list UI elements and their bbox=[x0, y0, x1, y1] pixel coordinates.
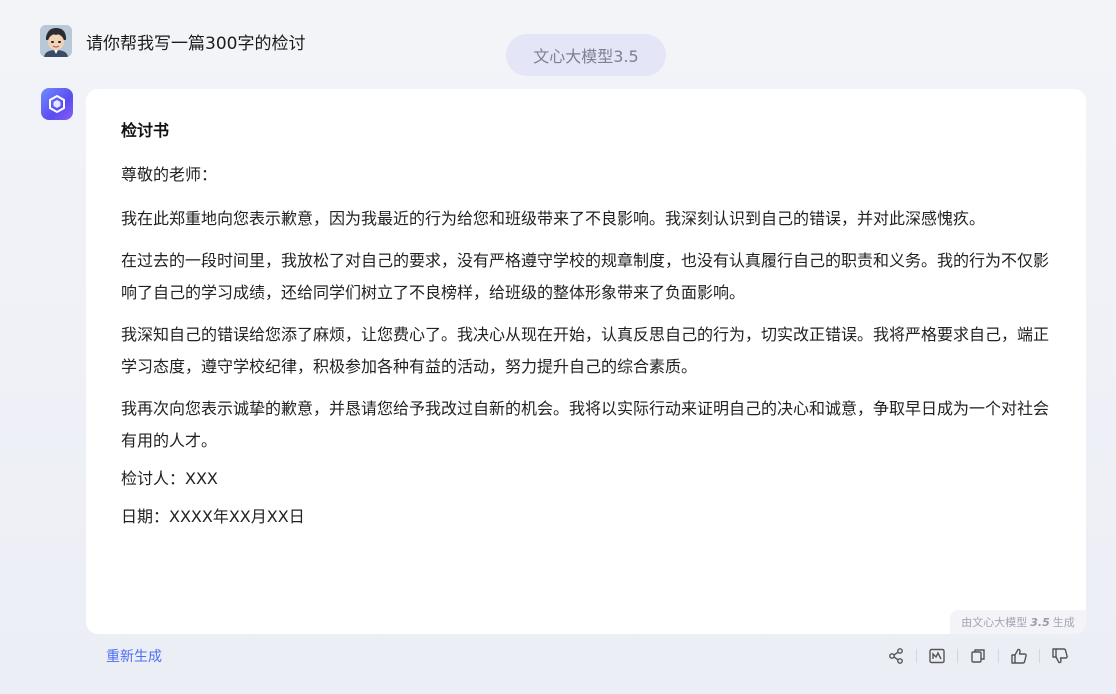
user-message-row: 请你帮我写一篇300字的检讨 bbox=[40, 24, 305, 58]
response-card: 检讨书 尊敬的老师： 我在此郑重地向您表示歉意，因为我最近的行为给您和班级带来了… bbox=[86, 89, 1086, 634]
thumbs-down-icon[interactable] bbox=[1048, 644, 1072, 668]
user-avatar-icon bbox=[40, 25, 72, 57]
response-paragraph: 我深知自己的错误给您添了麻烦，让您费心了。我决心从现在开始，认真反思自己的行为，… bbox=[121, 325, 1050, 376]
thumbs-up-icon[interactable] bbox=[1007, 644, 1031, 668]
response-greeting: 尊敬的老师： bbox=[121, 165, 218, 184]
response-paragraph: 我在此郑重地向您表示歉意，因为我最近的行为给您和班级带来了不良影响。我深刻认识到… bbox=[121, 209, 986, 228]
action-divider bbox=[998, 649, 999, 663]
chart-icon[interactable] bbox=[925, 644, 949, 668]
generated-by-watermark: 由文心大模型 3.5 生成 bbox=[950, 610, 1086, 634]
response-signer: 检讨人：XXX bbox=[121, 469, 218, 488]
response-paragraph: 我再次向您表示诚挚的歉意，并恳请您给予我改过自新的机会。我将以实际行动来证明自己… bbox=[121, 399, 1050, 450]
copy-icon[interactable] bbox=[966, 644, 990, 668]
watermark-suffix: 生成 bbox=[1052, 616, 1075, 629]
response-date: 日期：XXXX年XX月XX日 bbox=[121, 507, 305, 526]
watermark-version: 3.5 bbox=[1030, 615, 1050, 629]
regenerate-button[interactable]: 重新生成 bbox=[106, 646, 162, 666]
action-divider bbox=[916, 649, 917, 663]
user-message-text: 请你帮我写一篇300字的检讨 bbox=[86, 33, 306, 54]
model-version-pill[interactable]: 文心大模型3.5 bbox=[506, 34, 666, 76]
share-icon[interactable] bbox=[884, 644, 908, 668]
response-title: 检讨书 bbox=[121, 121, 170, 140]
response-paragraph: 在过去的一段时间里，我放松了对自己的要求，没有严格遵守学校的规章制度，也没有认真… bbox=[121, 251, 1050, 302]
response-actions bbox=[884, 644, 1072, 668]
ernie-bot-logo-icon bbox=[41, 88, 73, 120]
watermark-prefix: 由文心大模型 bbox=[961, 616, 1028, 629]
action-divider bbox=[1039, 649, 1040, 663]
action-divider bbox=[957, 649, 958, 663]
